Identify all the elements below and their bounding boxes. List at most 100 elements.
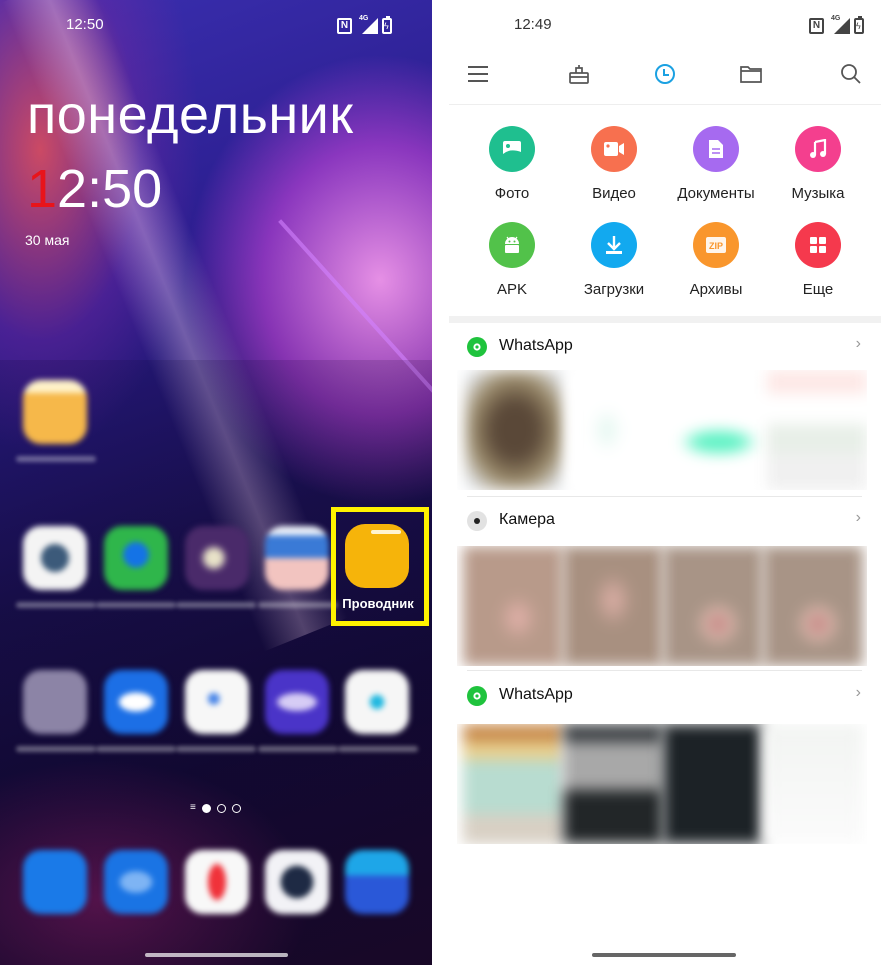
category-video[interactable]: Видео <box>563 126 665 202</box>
app-icon[interactable] <box>23 526 87 590</box>
clock-widget[interactable]: 12:50 <box>27 158 162 220</box>
thumbnail[interactable] <box>563 546 663 666</box>
folder-icon <box>371 530 401 534</box>
thumbnail[interactable] <box>567 370 667 490</box>
thumbnail[interactable] <box>563 724 663 844</box>
category-label: APK <box>496 281 527 298</box>
clock-time: 2:50 <box>57 159 163 219</box>
zip-icon: ZIP <box>693 222 739 268</box>
document-icon <box>693 126 739 172</box>
thumbnail[interactable] <box>763 546 863 666</box>
search-button[interactable] <box>833 56 869 92</box>
dock-yandex-browser-icon[interactable] <box>185 850 249 914</box>
app-icon-assistant[interactable] <box>185 670 249 734</box>
home-gesture-bar[interactable] <box>145 953 288 957</box>
music-note-icon <box>795 126 841 172</box>
home-screen: 12:50 N 4G понедельник 12:50 30 мая Пров… <box>0 0 432 965</box>
recent-tab-button[interactable] <box>647 56 683 92</box>
app-drawer-icon[interactable]: ≡ <box>190 803 196 813</box>
status-time: 12:50 <box>66 16 104 33</box>
thumbnail[interactable] <box>663 546 763 666</box>
app-icon[interactable] <box>265 670 329 734</box>
search-icon <box>841 64 861 84</box>
thumbnail[interactable] <box>463 546 563 666</box>
category-apk[interactable]: APK <box>461 222 563 298</box>
group-name: WhatsApp <box>499 686 573 703</box>
category-more[interactable]: Еще <box>767 222 869 298</box>
dock-messages-icon[interactable] <box>104 850 168 914</box>
thumbnail-strip <box>457 370 867 490</box>
app-icon-google-folder[interactable] <box>23 670 87 734</box>
app-label <box>176 746 256 752</box>
explorer-app-label[interactable]: Проводник <box>333 596 423 611</box>
category-music[interactable]: Музыка <box>767 126 869 202</box>
category-label: Фото <box>494 185 530 202</box>
chevron-right-icon[interactable]: › <box>856 509 861 527</box>
thumbnail-strip <box>457 546 867 666</box>
recent-group-whatsapp[interactable]: WhatsApp › <box>449 681 881 711</box>
thumbnail[interactable] <box>767 370 867 490</box>
section-separator <box>449 316 881 323</box>
app-icon-google-play[interactable] <box>345 670 409 734</box>
page-dot[interactable] <box>216 803 226 813</box>
file-manager-screen: 12:49 N 4G ϟ Фото Видео Документы Музыка… <box>449 0 881 965</box>
thumbnail-strip <box>457 724 867 844</box>
app-label <box>258 602 338 608</box>
battery-charging-icon <box>382 16 392 34</box>
app-icon[interactable] <box>265 526 329 590</box>
app-icon-my-files[interactable] <box>23 380 87 444</box>
dock-gallery-icon[interactable] <box>345 850 409 914</box>
nfc-icon: N <box>337 18 352 34</box>
clock-icon <box>655 64 675 84</box>
category-photo[interactable]: Фото <box>461 126 563 202</box>
app-icon[interactable] <box>185 526 249 590</box>
toolbar-divider <box>449 104 881 105</box>
page-dot[interactable] <box>231 803 241 813</box>
category-label: Документы <box>677 185 755 202</box>
video-camera-icon <box>591 126 637 172</box>
thumbnail[interactable] <box>465 370 565 490</box>
menu-button[interactable] <box>460 56 496 92</box>
thumbnail[interactable] <box>669 370 769 490</box>
chevron-right-icon[interactable]: › <box>856 684 861 702</box>
app-icon[interactable] <box>104 526 168 590</box>
signal-icon: 4G <box>356 15 378 34</box>
app-label <box>258 746 338 752</box>
page-indicator[interactable]: ≡ <box>190 803 241 813</box>
thumbnail[interactable] <box>763 724 863 844</box>
recent-group-whatsapp[interactable]: WhatsApp › <box>449 332 881 362</box>
android-icon <box>489 222 535 268</box>
dock-phone-icon[interactable] <box>23 850 87 914</box>
brush-icon <box>569 65 589 84</box>
status-bar: 12:50 N 4G <box>0 15 432 38</box>
explorer-app-icon[interactable] <box>345 524 409 588</box>
app-label <box>176 602 256 608</box>
top-toolbar <box>449 56 881 92</box>
group-name: WhatsApp <box>499 337 573 354</box>
page-dot-active[interactable] <box>201 803 211 813</box>
weekday-label: понедельник <box>27 85 354 145</box>
nfc-icon: N <box>809 18 824 34</box>
image-icon <box>489 126 535 172</box>
home-gesture-bar[interactable] <box>592 953 736 957</box>
files-tab-button[interactable] <box>733 56 769 92</box>
thumbnail[interactable] <box>663 724 763 844</box>
dock-camera-icon[interactable] <box>265 850 329 914</box>
app-label <box>16 456 96 462</box>
category-label: Музыка <box>791 185 845 202</box>
category-archives[interactable]: ZIP Архивы <box>665 222 767 298</box>
category-downloads[interactable]: Загрузки <box>563 222 665 298</box>
folder-icon <box>740 66 762 83</box>
thumbnail[interactable] <box>463 724 563 844</box>
recent-group-camera[interactable]: Камера › <box>449 506 881 536</box>
chevron-right-icon[interactable]: › <box>856 335 861 353</box>
app-icon[interactable] <box>104 670 168 734</box>
app-label <box>96 602 176 608</box>
status-bar: 12:49 N 4G <box>449 15 881 38</box>
cleaner-button[interactable] <box>561 56 597 92</box>
row-divider <box>467 496 862 497</box>
status-icons: N 4G <box>337 15 392 34</box>
battery-charging-icon <box>854 16 864 34</box>
app-label <box>16 746 96 752</box>
category-documents[interactable]: Документы <box>665 126 767 202</box>
